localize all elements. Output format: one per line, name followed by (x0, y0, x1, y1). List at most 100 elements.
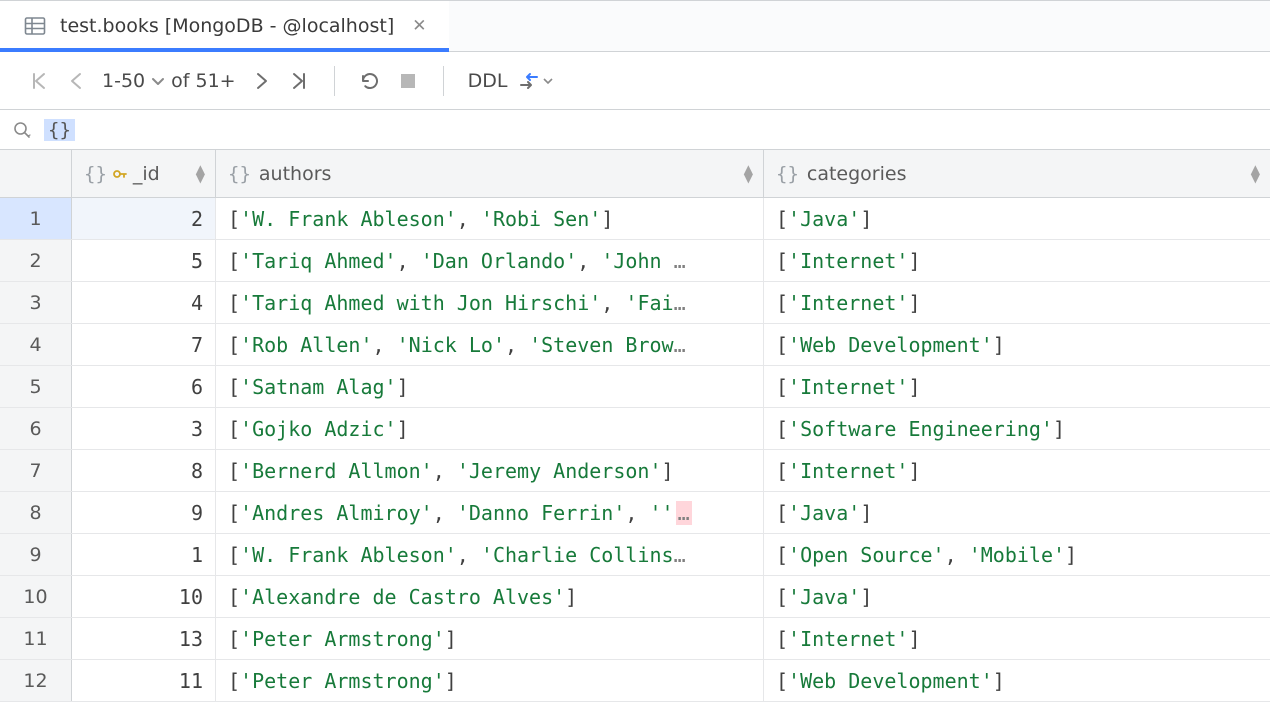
data-grid: {} _id {} authors {} categories 12['W. F… (0, 150, 1270, 702)
cell-authors[interactable]: ['Rob Allen', 'Nick Lo', 'Steven Brow… (216, 324, 764, 365)
column-header-categories[interactable]: {} categories (764, 150, 1270, 197)
cell-id[interactable]: 13 (72, 618, 216, 659)
table-row[interactable]: 47['Rob Allen', 'Nick Lo', 'Steven Brow…… (0, 324, 1270, 366)
page-range[interactable]: 1-50 of 51+ (98, 70, 240, 92)
column-header-id[interactable]: {} _id (72, 150, 216, 197)
cell-id[interactable]: 2 (72, 198, 216, 239)
column-id-label: _id (133, 163, 160, 185)
separator (334, 66, 335, 96)
cell-authors[interactable]: ['Satnam Alag'] (216, 366, 764, 407)
cell-categories[interactable]: ['Java'] (764, 492, 1270, 533)
toolbar: 1-50 of 51+ DDL (0, 52, 1270, 110)
sort-icon[interactable] (1251, 165, 1260, 183)
cell-authors[interactable]: ['W. Frank Ableson', 'Robi Sen'] (216, 198, 764, 239)
row-number[interactable]: 4 (0, 324, 72, 365)
cell-categories[interactable]: ['Web Development'] (764, 660, 1270, 701)
cell-authors[interactable]: ['Andres Almiroy', 'Danno Ferrin', ''… (216, 492, 764, 533)
column-categories-label: categories (807, 163, 907, 185)
table-row[interactable]: 56['Satnam Alag']['Internet'] (0, 366, 1270, 408)
row-number[interactable]: 10 (0, 576, 72, 617)
filter-bar: {} (0, 110, 1270, 150)
row-number[interactable]: 7 (0, 450, 72, 491)
cell-id[interactable]: 4 (72, 282, 216, 323)
row-number[interactable]: 3 (0, 282, 72, 323)
cell-id[interactable]: 6 (72, 366, 216, 407)
filter-braces-chip[interactable]: {} (44, 119, 75, 141)
cell-categories[interactable]: ['Internet'] (764, 618, 1270, 659)
ddl-label: DDL (468, 70, 508, 92)
grid-header: {} _id {} authors {} categories (0, 150, 1270, 198)
stop-button[interactable] (391, 62, 425, 100)
table-icon (24, 15, 46, 37)
cell-id[interactable]: 9 (72, 492, 216, 533)
cell-categories[interactable]: ['Java'] (764, 576, 1270, 617)
cell-authors[interactable]: ['W. Frank Ableson', 'Charlie Collins… (216, 534, 764, 575)
cell-authors[interactable]: ['Bernerd Allmon', 'Jeremy Anderson'] (216, 450, 764, 491)
table-row[interactable]: 1113['Peter Armstrong']['Internet'] (0, 618, 1270, 660)
tab-testbooks[interactable]: test.books [MongoDB - @localhost] ✕ (0, 1, 449, 51)
cell-authors[interactable]: ['Tariq Ahmed with Jon Hirschi', 'Fai… (216, 282, 764, 323)
compare-button[interactable] (517, 62, 553, 100)
row-number[interactable]: 5 (0, 366, 72, 407)
table-row[interactable]: 25['Tariq Ahmed', 'Dan Orlando', 'John …… (0, 240, 1270, 282)
grid-body: 12['W. Frank Ableson', 'Robi Sen']['Java… (0, 198, 1270, 702)
sort-icon[interactable] (744, 165, 753, 183)
row-number[interactable]: 6 (0, 408, 72, 449)
column-authors-label: authors (259, 163, 332, 185)
cell-authors[interactable]: ['Peter Armstrong'] (216, 660, 764, 701)
cell-authors[interactable]: ['Peter Armstrong'] (216, 618, 764, 659)
page-range-total: of 51+ (171, 70, 235, 92)
cell-id[interactable]: 11 (72, 660, 216, 701)
cell-categories[interactable]: ['Internet'] (764, 366, 1270, 407)
cell-categories[interactable]: ['Software Engineering'] (764, 408, 1270, 449)
table-row[interactable]: 34['Tariq Ahmed with Jon Hirschi', 'Fai…… (0, 282, 1270, 324)
chevron-down-icon (543, 76, 553, 86)
column-header-authors[interactable]: {} authors (216, 150, 764, 197)
table-row[interactable]: 91['W. Frank Ableson', 'Charlie Collins…… (0, 534, 1270, 576)
table-row[interactable]: 63['Gojko Adzic']['Software Engineering'… (0, 408, 1270, 450)
prev-page-button[interactable] (60, 62, 94, 100)
table-row[interactable]: 1010['Alexandre de Castro Alves']['Java'… (0, 576, 1270, 618)
cell-categories[interactable]: ['Internet'] (764, 450, 1270, 491)
cell-authors[interactable]: ['Alexandre de Castro Alves'] (216, 576, 764, 617)
cell-id[interactable]: 7 (72, 324, 216, 365)
ddl-button[interactable]: DDL (462, 62, 514, 100)
sort-icon[interactable] (196, 165, 205, 183)
cell-categories[interactable]: ['Open Source', 'Mobile'] (764, 534, 1270, 575)
cell-categories[interactable]: ['Web Development'] (764, 324, 1270, 365)
table-row[interactable]: 78['Bernerd Allmon', 'Jeremy Anderson'][… (0, 450, 1270, 492)
table-row[interactable]: 12['W. Frank Ableson', 'Robi Sen']['Java… (0, 198, 1270, 240)
last-page-button[interactable] (282, 62, 316, 100)
object-type-icon: {} (776, 163, 799, 185)
close-icon[interactable]: ✕ (408, 14, 430, 39)
table-row[interactable]: 89['Andres Almiroy', 'Danno Ferrin', ''…… (0, 492, 1270, 534)
cell-authors[interactable]: ['Tariq Ahmed', 'Dan Orlando', 'John … (216, 240, 764, 281)
tab-bar: test.books [MongoDB - @localhost] ✕ (0, 0, 1270, 52)
row-number[interactable]: 2 (0, 240, 72, 281)
cell-categories[interactable]: ['Java'] (764, 198, 1270, 239)
cell-id[interactable]: 5 (72, 240, 216, 281)
cell-id[interactable]: 3 (72, 408, 216, 449)
row-number-header[interactable] (0, 150, 72, 197)
cell-categories[interactable]: ['Internet'] (764, 282, 1270, 323)
first-page-button[interactable] (22, 62, 56, 100)
row-number[interactable]: 8 (0, 492, 72, 533)
page-range-current: 1-50 (102, 70, 145, 92)
table-row[interactable]: 1211['Peter Armstrong']['Web Development… (0, 660, 1270, 702)
cell-id[interactable]: 10 (72, 576, 216, 617)
key-icon (113, 167, 127, 181)
cell-id[interactable]: 1 (72, 534, 216, 575)
row-number[interactable]: 9 (0, 534, 72, 575)
reload-button[interactable] (353, 62, 387, 100)
cell-authors[interactable]: ['Gojko Adzic'] (216, 408, 764, 449)
chevron-down-icon (151, 74, 165, 88)
row-number[interactable]: 12 (0, 660, 72, 701)
object-type-icon: {} (228, 163, 251, 185)
row-number[interactable]: 11 (0, 618, 72, 659)
cell-categories[interactable]: ['Internet'] (764, 240, 1270, 281)
search-icon[interactable] (12, 120, 32, 140)
next-page-button[interactable] (244, 62, 278, 100)
separator (443, 66, 444, 96)
row-number[interactable]: 1 (0, 198, 72, 239)
cell-id[interactable]: 8 (72, 450, 216, 491)
